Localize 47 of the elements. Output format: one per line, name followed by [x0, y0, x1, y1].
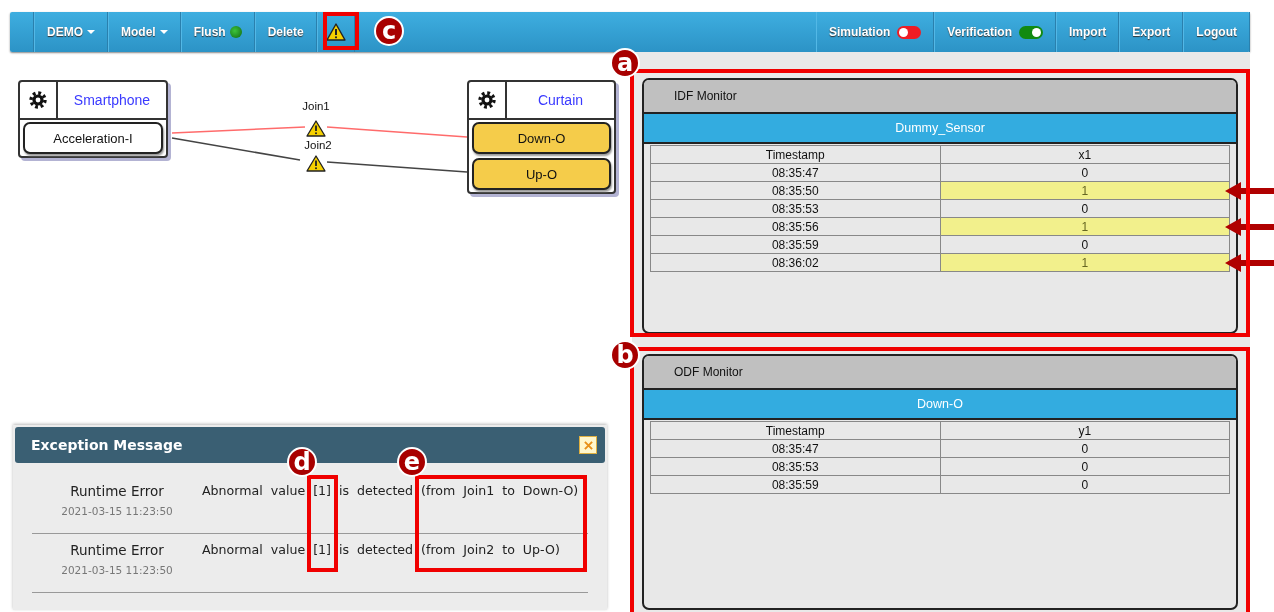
warning-button[interactable] [316, 12, 355, 52]
feature-button[interactable]: Up-O [472, 158, 611, 190]
error-type: Runtime Error [70, 542, 164, 558]
gear-icon[interactable] [28, 90, 48, 110]
nav-dropdown[interactable]: Model [108, 12, 181, 52]
error-time: 2021-03-15 11:23:50 [61, 564, 173, 576]
device-name: Smartphone [72, 91, 152, 110]
join-label: Join2 [304, 139, 332, 151]
error-message: Abnormal value [1] is detected (from Join2 to Up-O) [202, 542, 560, 557]
column-header: x1 [940, 145, 1230, 164]
column-header: Timestamp [650, 145, 940, 164]
nav-button[interactable]: Flush [180, 12, 255, 52]
arrow-icon [1225, 181, 1274, 201]
connection-line[interactable] [171, 137, 301, 161]
nav-dropdown[interactable]: DEMO [34, 12, 108, 52]
error-message: Abnormal value [1] is detected (from Join1 to Down-O) [202, 483, 579, 498]
nav-button[interactable]: Delete [254, 12, 317, 52]
device-block[interactable]: Smartphone Acceleration-I [18, 80, 168, 158]
close-icon [583, 440, 593, 450]
arrow-icon [1225, 217, 1274, 237]
arrow-icon [1225, 253, 1274, 273]
column-header: y1 [940, 421, 1230, 440]
device-name: Curtain [536, 91, 585, 110]
error-time: 2021-03-15 11:23:50 [61, 505, 173, 517]
panel-title: Exception Message [31, 437, 183, 453]
warning-icon[interactable] [306, 155, 326, 172]
device-block[interactable]: Curtain Down-O Up-O [467, 80, 616, 194]
feature-button[interactable]: Acceleration-I [23, 122, 163, 154]
toggle-switch[interactable] [1019, 25, 1043, 39]
connection-line[interactable] [326, 161, 468, 173]
panel-title: ODF Monitor [674, 365, 743, 379]
caret-icon [159, 30, 168, 34]
gear-icon[interactable] [477, 90, 497, 110]
warning-icon [325, 23, 346, 41]
device-title: Down-O [917, 397, 963, 411]
warning-icon[interactable] [306, 120, 326, 137]
callout-marker: b [610, 340, 640, 370]
error-type: Runtime Error [70, 483, 164, 499]
join-label: Join1 [302, 100, 330, 112]
caret-icon [87, 30, 95, 34]
toggle-switch[interactable] [897, 25, 922, 39]
column-header: Timestamp [650, 421, 940, 440]
status-light-icon [229, 26, 242, 38]
feature-button[interactable]: Down-O [472, 122, 611, 154]
device-title: Dummy_Sensor [895, 121, 985, 135]
highlight-frame [323, 12, 359, 50]
panel-title: IDF Monitor [674, 89, 737, 103]
